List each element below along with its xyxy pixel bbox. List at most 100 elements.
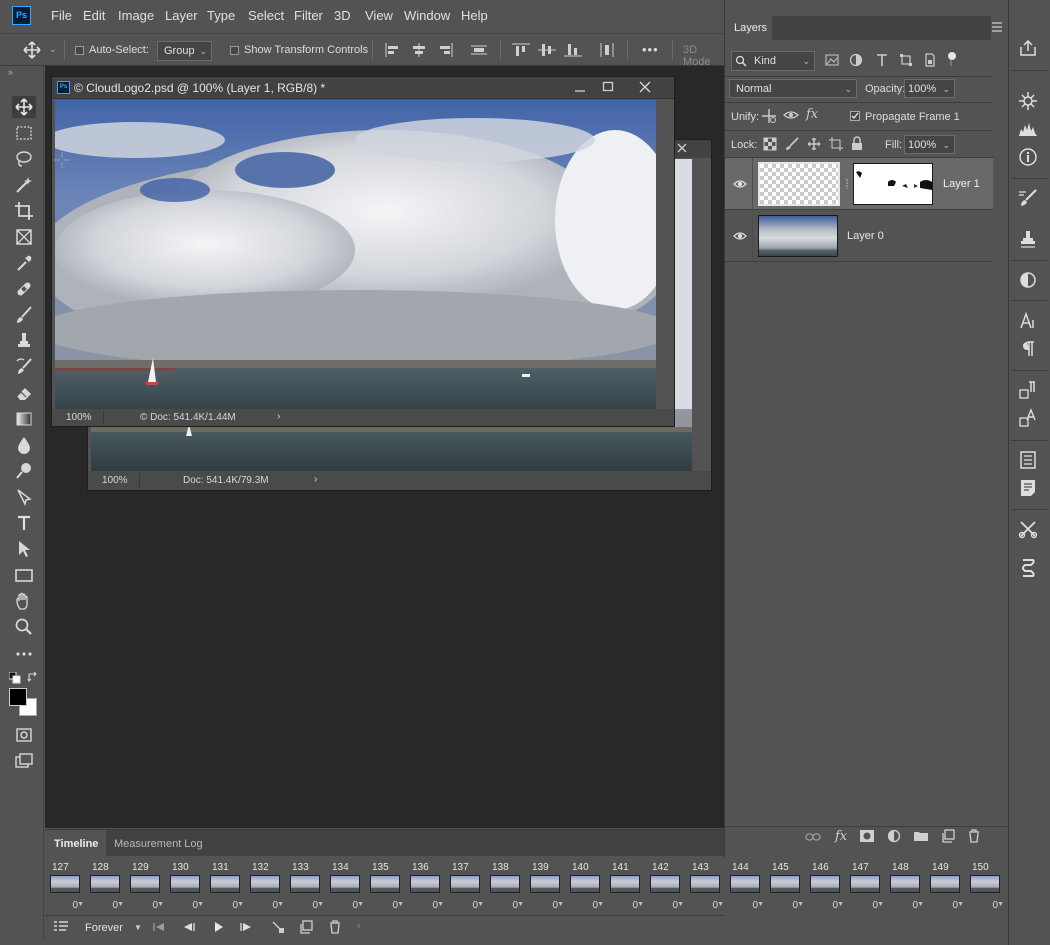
layer-mask-thumbnail[interactable] xyxy=(853,163,933,205)
delete-layer-icon[interactable] xyxy=(968,829,980,843)
chevron-down-icon[interactable]: ▼ xyxy=(917,901,924,908)
new-group-icon[interactable] xyxy=(913,830,929,842)
frame-thumbnail[interactable] xyxy=(770,875,800,893)
layer-thumbnail[interactable] xyxy=(758,162,840,206)
layer-row[interactable]: Layer 1 xyxy=(725,158,993,210)
paragraph-icon[interactable] xyxy=(1018,339,1040,361)
align-vcenter-icon[interactable] xyxy=(538,43,556,57)
dodge-tool-icon[interactable] xyxy=(12,460,36,482)
more-tools-icon[interactable] xyxy=(12,643,36,665)
link-layers-icon[interactable] xyxy=(805,831,821,843)
menu-type[interactable]: Type xyxy=(207,8,235,23)
chevron-down-icon[interactable]: ▼ xyxy=(637,901,644,908)
share-icon[interactable] xyxy=(1018,38,1040,60)
gradient-tool-icon[interactable] xyxy=(12,408,36,430)
timeline-frame[interactable]: 134 0 ▼ xyxy=(328,862,364,911)
magic-wand-tool-icon[interactable] xyxy=(12,174,36,196)
timeline-frame[interactable]: 149 0 ▼ xyxy=(928,862,964,911)
chevron-down-icon[interactable]: ▼ xyxy=(757,901,764,908)
filter-pixel-icon[interactable] xyxy=(825,54,839,66)
brush-settings-icon[interactable] xyxy=(1018,188,1040,210)
actions-icon[interactable] xyxy=(1018,558,1040,580)
chevron-down-icon[interactable]: ▼ xyxy=(197,901,204,908)
link-icon[interactable] xyxy=(844,178,850,190)
chevron-down-icon[interactable]: ▼ xyxy=(997,901,1004,908)
lock-position-icon[interactable] xyxy=(807,137,821,151)
type-tool-icon[interactable] xyxy=(12,512,36,534)
filter-toggle-icon[interactable] xyxy=(945,51,957,67)
menu-view[interactable]: View xyxy=(365,8,393,23)
chevron-down-icon[interactable]: ▼ xyxy=(357,901,364,908)
move-tool-preset-icon[interactable] xyxy=(22,41,42,59)
panel-menu-icon[interactable] xyxy=(991,22,1003,32)
chevron-down-icon[interactable]: ▼ xyxy=(797,901,804,908)
eraser-tool-icon[interactable] xyxy=(12,382,36,404)
align-top-icon[interactable] xyxy=(512,43,530,57)
timeline-frame[interactable]: 135 0 ▼ xyxy=(368,862,404,911)
frame-thumbnail[interactable] xyxy=(210,875,240,893)
zoom-level[interactable]: 100% xyxy=(66,412,92,423)
rectangle-tool-icon[interactable] xyxy=(12,564,36,586)
quick-mask-icon[interactable] xyxy=(12,724,36,746)
swap-colors-icon[interactable] xyxy=(27,671,39,683)
timeline-frame[interactable]: 143 0 ▼ xyxy=(688,862,724,911)
timeline-frame[interactable]: 128 0 ▼ xyxy=(88,862,124,911)
first-frame-icon[interactable] xyxy=(153,922,165,932)
chevron-right-icon[interactable]: › xyxy=(277,411,280,422)
marquee-tool-icon[interactable] xyxy=(12,122,36,144)
histogram-icon[interactable] xyxy=(1018,119,1040,141)
timeline-frame[interactable]: 148 0 ▼ xyxy=(888,862,924,911)
transform-controls-checkbox[interactable] xyxy=(230,46,239,55)
opacity-input[interactable]: 100% ⌄ xyxy=(904,79,955,98)
distribute-icon[interactable] xyxy=(470,43,488,57)
close-icon[interactable] xyxy=(676,142,688,154)
align-right-icon[interactable] xyxy=(436,43,454,57)
zoom-level[interactable]: 100% xyxy=(102,475,128,486)
adjustments-icon[interactable] xyxy=(1018,270,1040,292)
move-tool-icon[interactable] xyxy=(12,96,36,118)
align-bottom-icon[interactable] xyxy=(564,43,582,57)
vertical-scrollbar[interactable] xyxy=(656,100,674,409)
lock-pixels-icon[interactable] xyxy=(785,137,799,151)
expand-toolbar-icon[interactable]: » xyxy=(8,67,13,77)
notes-icon[interactable] xyxy=(1018,478,1040,500)
chevron-down-icon[interactable]: ▼ xyxy=(877,901,884,908)
frame-thumbnail[interactable] xyxy=(650,875,680,893)
layer-thumbnail[interactable] xyxy=(758,215,838,257)
properties-icon[interactable] xyxy=(1018,450,1040,472)
hand-tool-icon[interactable] xyxy=(12,590,36,612)
frame-thumbnail[interactable] xyxy=(450,875,480,893)
frame-thumbnail[interactable] xyxy=(850,875,880,893)
more-options-icon[interactable]: ••• xyxy=(642,42,659,57)
frame-thumbnail[interactable] xyxy=(490,875,520,893)
zoom-tool-icon[interactable] xyxy=(12,616,36,638)
filter-type-icon[interactable] xyxy=(875,53,889,67)
character-icon[interactable] xyxy=(1018,311,1040,333)
clone-source-icon[interactable] xyxy=(1018,229,1040,251)
loop-options[interactable]: Forever xyxy=(85,922,123,934)
chevron-down-icon[interactable]: ▼ xyxy=(477,901,484,908)
previous-frame-icon[interactable] xyxy=(181,922,195,932)
next-frame-icon[interactable] xyxy=(240,922,254,932)
libraries-icon[interactable] xyxy=(1018,91,1040,113)
timeline-frame[interactable]: 142 0 ▼ xyxy=(648,862,684,911)
document-titlebar[interactable]: Ps © CloudLogo2.psd @ 100% (Layer 1, RGB… xyxy=(52,77,674,99)
chevron-down-icon[interactable]: ▼ xyxy=(317,901,324,908)
menu-filter[interactable]: Filter xyxy=(294,8,323,23)
minimize-icon[interactable] xyxy=(574,83,586,93)
chevron-down-icon[interactable]: ▼ xyxy=(677,901,684,908)
character-styles-icon[interactable] xyxy=(1018,408,1040,430)
chevron-down-icon[interactable]: ▼ xyxy=(397,901,404,908)
distribute-vertical-icon[interactable] xyxy=(598,43,616,57)
menu-3d[interactable]: 3D xyxy=(334,8,351,23)
frame-thumbnail[interactable] xyxy=(530,875,560,893)
frame-thumbnail[interactable] xyxy=(610,875,640,893)
chevron-down-icon[interactable]: ▼ xyxy=(957,901,964,908)
frame-thumbnail[interactable] xyxy=(370,875,400,893)
close-icon[interactable] xyxy=(639,81,651,93)
layer-name[interactable]: Layer 0 xyxy=(847,230,884,242)
frame-thumbnail[interactable] xyxy=(330,875,360,893)
timeline-frame[interactable]: 133 0 ▼ xyxy=(288,862,324,911)
timeline-frame[interactable]: 137 0 ▼ xyxy=(448,862,484,911)
lock-artboard-icon[interactable] xyxy=(829,137,843,151)
